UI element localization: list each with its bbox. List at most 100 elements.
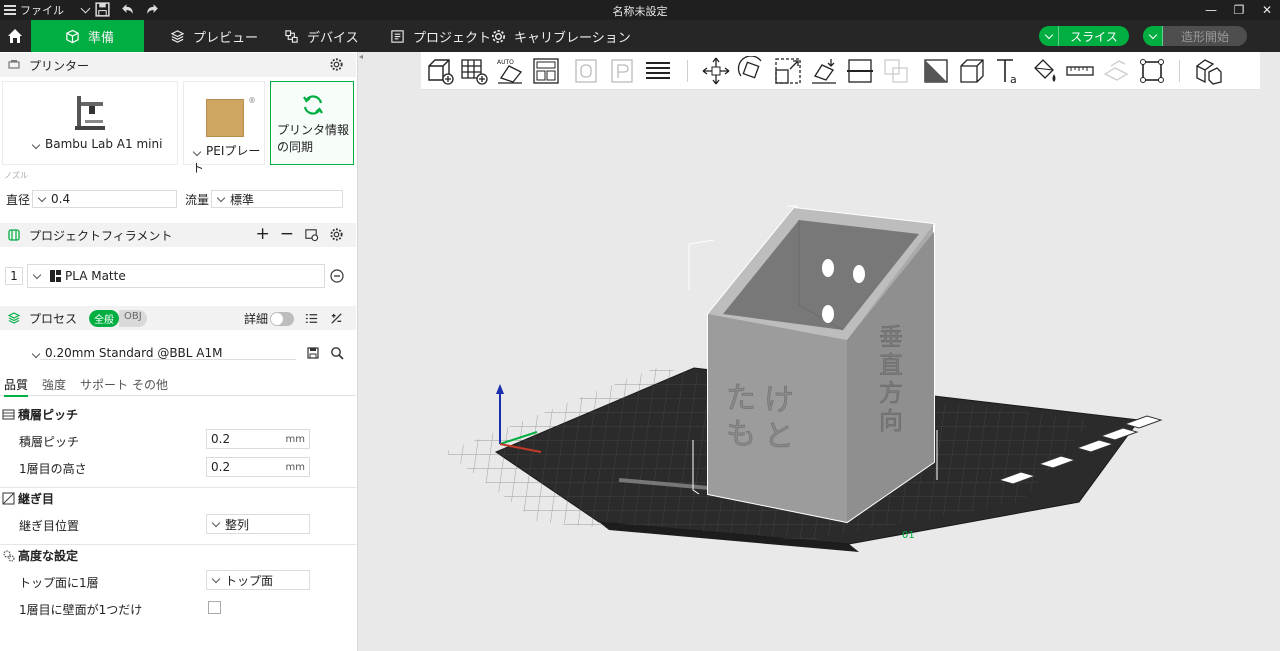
tab-project[interactable]: プロジェクト	[390, 20, 491, 52]
nozzle-diameter-select[interactable]: 0.4	[32, 190, 177, 208]
tab-preview-label: プレビュー	[193, 30, 259, 46]
search-icon[interactable]	[330, 346, 344, 360]
layers-split-button[interactable]	[643, 56, 673, 86]
filament-select[interactable]: PLA Matte	[27, 264, 325, 288]
add-cube-icon	[428, 59, 454, 85]
plate-select[interactable]: PEIプレート	[192, 142, 264, 176]
seam-position-label: 継ぎ目位置	[19, 519, 80, 533]
first-layer-height-value: 0.2	[211, 460, 231, 474]
arrange-icon	[533, 58, 559, 84]
auto-orient-button[interactable]: AUTO	[495, 56, 525, 86]
boolean-button[interactable]	[881, 56, 911, 86]
chevron-down-icon	[1044, 30, 1053, 39]
add-plate-button[interactable]	[459, 56, 489, 86]
seam-position-select[interactable]: 整列	[206, 514, 310, 534]
assemble-button[interactable]	[1101, 56, 1131, 86]
plate-0-button[interactable]	[571, 56, 601, 86]
panel-collapse-icon[interactable]: ◂	[359, 52, 363, 61]
stack-icon	[646, 62, 670, 79]
slice-dropdown[interactable]	[1039, 26, 1059, 46]
home-button[interactable]	[0, 20, 30, 52]
flow-value: 標準	[230, 192, 255, 207]
remove-filament-button[interactable]: −	[280, 226, 294, 243]
split-parts-button[interactable]	[1193, 56, 1223, 86]
printer-icon	[8, 60, 20, 69]
subtab-support[interactable]: サポート	[80, 376, 128, 393]
chevron-down-icon	[192, 147, 202, 157]
advanced-settings-toggle[interactable]	[270, 311, 294, 326]
tab-calibration[interactable]: キャリブレーション	[491, 20, 631, 52]
plate-card[interactable]: ® PEIプレート	[183, 81, 265, 175]
rotate-button[interactable]	[737, 55, 767, 86]
tab-device[interactable]: デバイス	[284, 20, 359, 52]
text-icon: a	[997, 59, 1017, 86]
move-button[interactable]	[701, 56, 731, 86]
cut-button[interactable]	[845, 56, 875, 86]
layer-height-input[interactable]: 0.2 mm	[206, 429, 310, 449]
first-layer-one-wall-checkbox[interactable]	[208, 601, 221, 614]
fit-view-button[interactable]	[1137, 56, 1167, 86]
first-layer-height-label: 1層目の高さ	[19, 462, 87, 476]
plate-info-icon[interactable]: ®	[248, 96, 256, 105]
subtab-quality[interactable]: 品質	[4, 376, 29, 397]
save-profile-icon[interactable]	[306, 346, 320, 360]
close-button[interactable]: ✕	[1260, 0, 1274, 20]
filament-color-icon	[50, 270, 61, 282]
svg-text:a: a	[1010, 73, 1017, 86]
flow-select[interactable]: 標準	[211, 190, 343, 208]
subtab-strength[interactable]: 強度	[42, 376, 66, 393]
print-button[interactable]: 造形開始	[1143, 26, 1247, 46]
chevron-down-icon	[1148, 30, 1157, 39]
compare-icon[interactable]	[329, 311, 344, 326]
top-one-wall-value: トップ面	[225, 573, 274, 588]
first-layer-height-input[interactable]: 0.2 mm	[206, 457, 310, 477]
ruler-icon	[1066, 66, 1094, 76]
subtab-other[interactable]: その他	[132, 376, 168, 393]
process-profile-select[interactable]: 0.20mm Standard @BBL A1M	[31, 346, 222, 360]
3d-viewport[interactable]: ◂ AUTO a 01 け と た も 垂 直 方 向	[359, 52, 1280, 651]
printer-model-select[interactable]: Bambu Lab A1 mini	[31, 137, 162, 151]
arrange-button[interactable]	[531, 56, 561, 86]
text-button[interactable]: a	[993, 56, 1023, 86]
model-side-char: 垂	[879, 323, 903, 351]
chevron-down-icon	[31, 140, 41, 150]
list-icon[interactable]	[304, 311, 319, 326]
lay-on-face-button[interactable]	[809, 56, 839, 86]
settings-sidebar: プリンター Bambu Lab A1 mini ® PEIプレート プリンタ情報…	[0, 52, 358, 651]
cube-icon	[66, 29, 79, 43]
filament-settings-gear-icon[interactable]	[329, 227, 344, 242]
remove-circle-icon[interactable]	[330, 269, 344, 283]
sync-printer-button[interactable]: プリンタ情報の同期	[270, 81, 354, 165]
seam-position-value: 整列	[225, 517, 250, 532]
lay-on-face-icon	[812, 59, 836, 84]
seam-paint-button[interactable]	[957, 56, 987, 86]
process-object-toggle[interactable]: OBJ	[119, 309, 147, 327]
assemble-icon	[1103, 60, 1129, 81]
scene-svg: 01 け と た も 垂 直 方 向	[445, 205, 1163, 552]
print-dropdown[interactable]	[1143, 26, 1163, 46]
svg-text:AUTO: AUTO	[497, 59, 514, 66]
restore-button[interactable]: ❐	[1232, 0, 1246, 20]
plate-settings-button[interactable]	[607, 56, 637, 86]
scale-button[interactable]	[773, 56, 803, 86]
calibration-icon	[492, 29, 505, 43]
filament-name: PLA Matte	[65, 269, 126, 283]
filament-sync-icon[interactable]	[304, 227, 319, 242]
divider	[0, 544, 356, 545]
minimize-button[interactable]: —	[1204, 0, 1218, 20]
printer-model-card[interactable]: Bambu Lab A1 mini	[2, 81, 178, 165]
process-global-toggle[interactable]: 全般	[89, 309, 120, 327]
process-layers-icon	[7, 312, 21, 324]
plate-name: PEIプレート	[192, 144, 261, 175]
support-paint-button[interactable]	[921, 56, 951, 86]
layer-height-group-title: 積層ピッチ	[18, 408, 79, 422]
measure-button[interactable]	[1065, 56, 1095, 86]
slice-button[interactable]: スライス	[1039, 26, 1129, 46]
color-paint-button[interactable]	[1029, 56, 1059, 86]
top-one-wall-select[interactable]: トップ面	[206, 570, 310, 590]
printer-settings-gear-icon[interactable]	[329, 57, 344, 72]
add-filament-button[interactable]: +	[256, 226, 270, 243]
add-object-button[interactable]	[425, 56, 455, 86]
tab-prepare[interactable]: 準備	[31, 20, 144, 52]
tab-preview[interactable]: プレビュー	[170, 20, 258, 52]
